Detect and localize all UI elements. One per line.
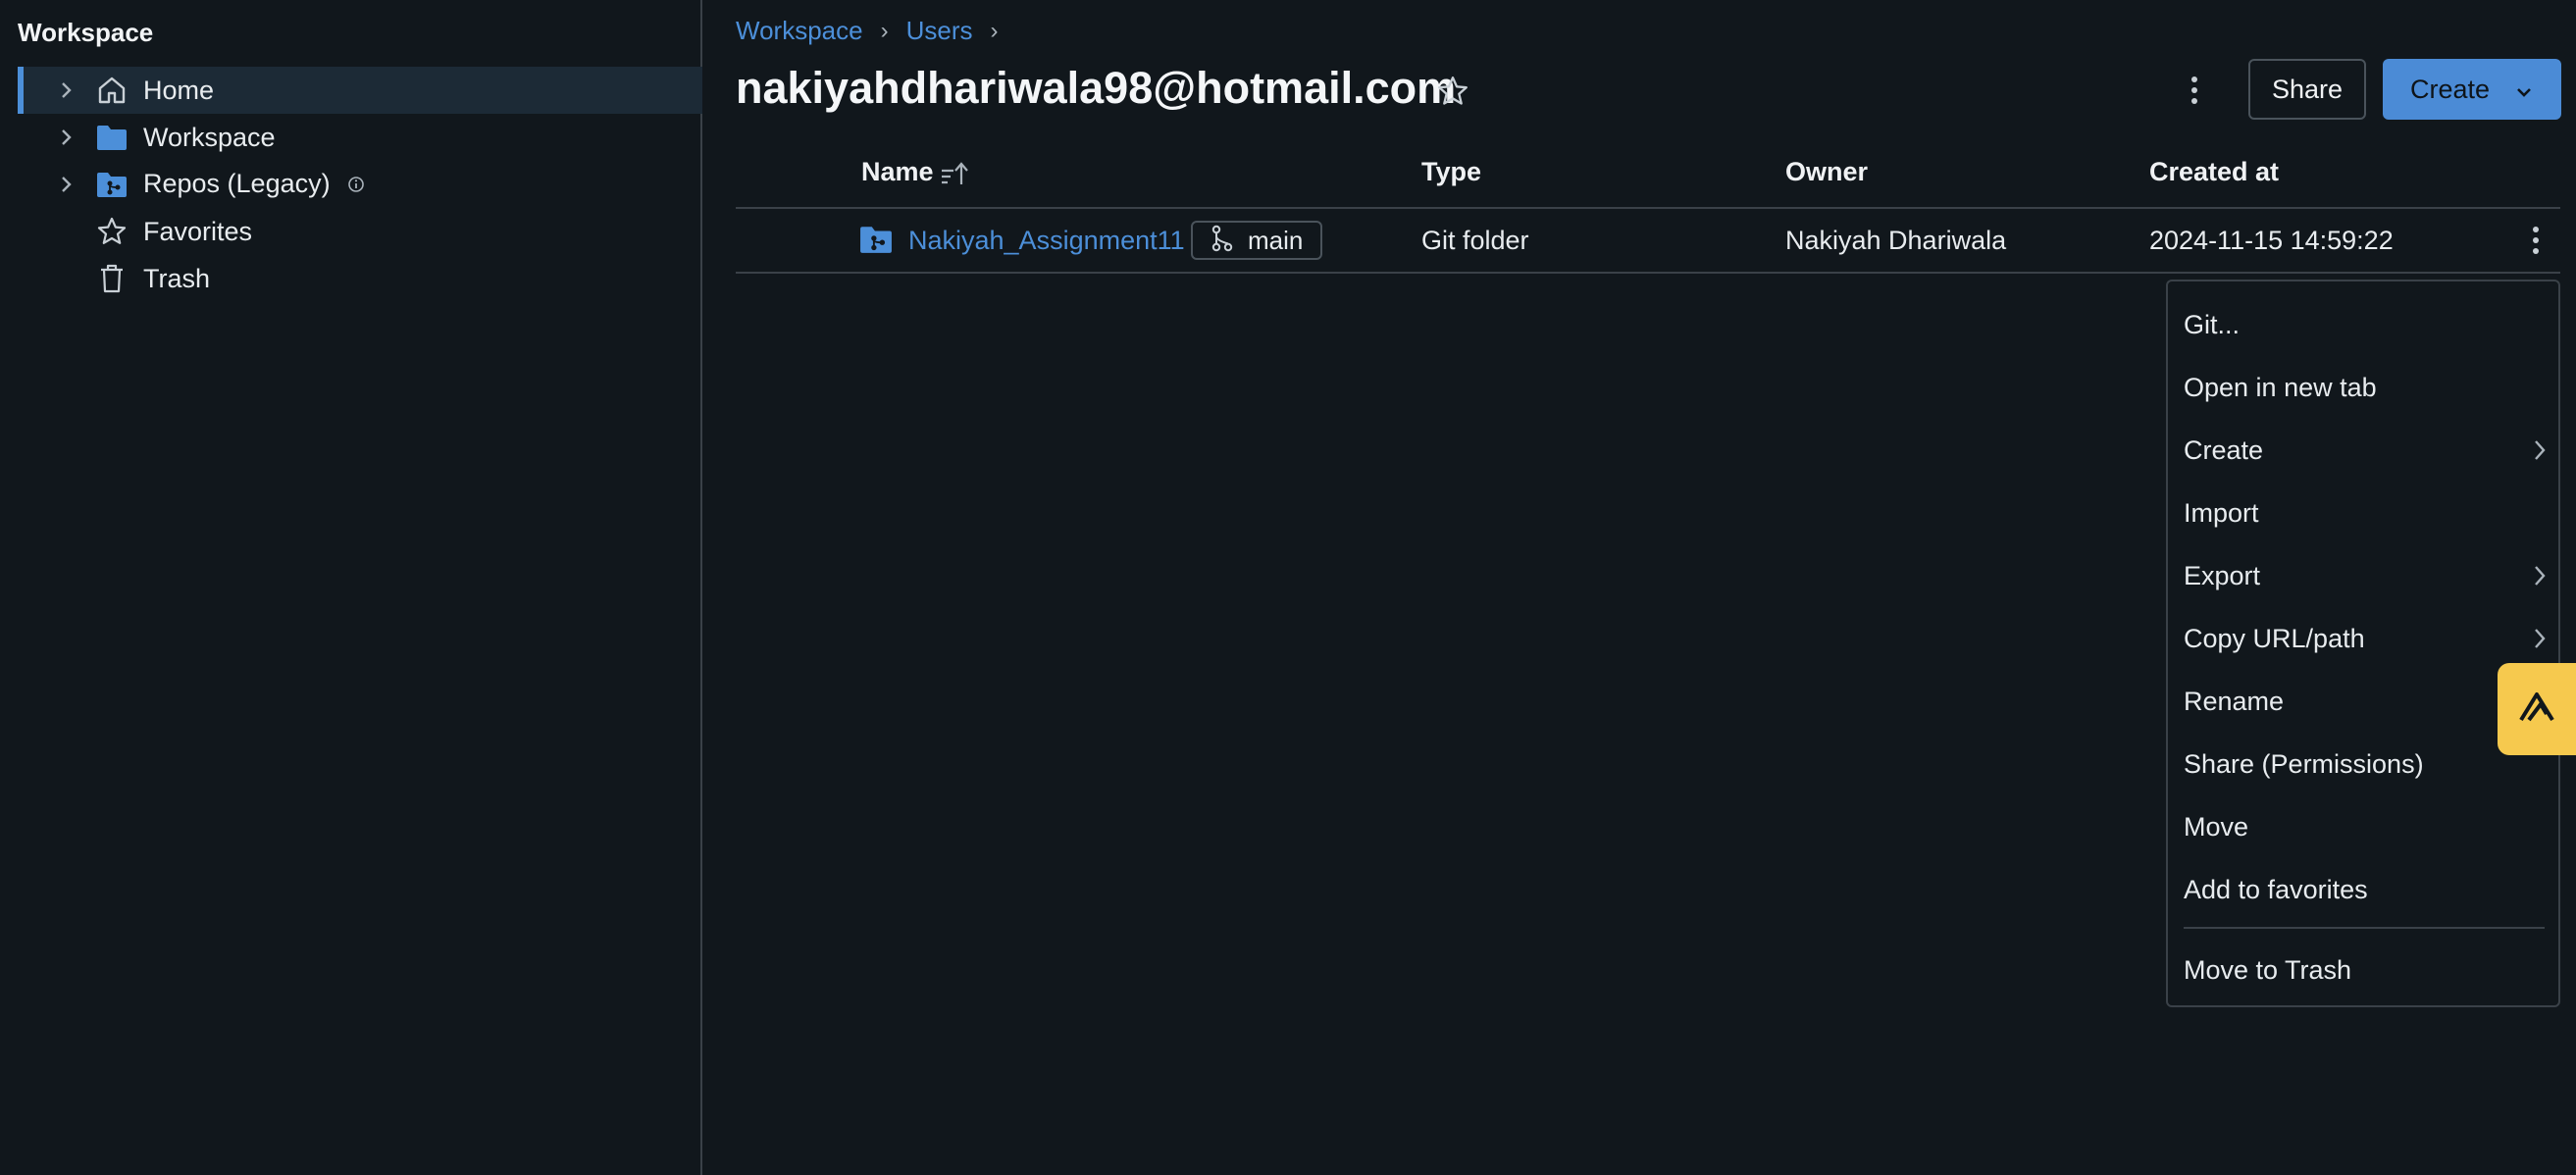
workspace-sidebar: Workspace Home Workspace Repos (Legacy) [0, 0, 702, 1175]
chevron-right-icon: › [990, 17, 999, 44]
menu-item-label: Rename [2184, 686, 2285, 716]
menu-item-move-to-trash[interactable]: Move to Trash [2184, 941, 2547, 999]
chevron-right-icon [2533, 627, 2547, 657]
assistant-tab[interactable] [2498, 663, 2576, 755]
menu-item-git[interactable]: Git... [2184, 295, 2547, 354]
item-created-at: 2024-11-15 14:59:22 [2149, 226, 2394, 255]
breadcrumb: Workspace › Users › [736, 16, 1015, 46]
git-folder-icon [859, 225, 893, 259]
sidebar-item-label: Workspace [143, 122, 276, 152]
trash-icon [94, 261, 129, 296]
sort-ascending-icon[interactable] [940, 159, 971, 193]
sidebar-item-label-text: Repos (Legacy) [143, 168, 331, 198]
sidebar-item-label: Trash [143, 263, 211, 293]
sidebar-item-favorites[interactable]: Favorites [18, 208, 702, 255]
chevron-right-icon[interactable] [57, 175, 77, 194]
sidebar-item-label: Favorites [143, 216, 253, 246]
chevron-right-icon [2533, 438, 2547, 469]
menu-item-move[interactable]: Move [2184, 797, 2547, 856]
branch-badge[interactable]: main [1191, 221, 1322, 260]
assistant-logo-icon [2517, 690, 2556, 729]
menu-item-share-permissions[interactable]: Share (Permissions) [2184, 735, 2547, 793]
menu-item-open-new-tab[interactable]: Open in new tab [2184, 358, 2547, 417]
sidebar-item-repos-legacy[interactable]: Repos (Legacy) [18, 161, 702, 208]
column-header-owner[interactable]: Owner [1785, 157, 1868, 187]
git-branch-icon [1211, 225, 1234, 257]
sidebar-item-label: Repos (Legacy) [143, 169, 365, 200]
menu-item-label: Import [2184, 497, 2259, 528]
menu-item-add-to-favorites[interactable]: Add to favorites [2184, 860, 2547, 919]
context-menu: Git... Open in new tab Create Import Exp… [2166, 280, 2560, 1007]
sidebar-item-label: Home [143, 75, 215, 105]
chevron-right-icon[interactable] [57, 128, 77, 147]
column-header-created[interactable]: Created at [2149, 157, 2279, 187]
branch-name: main [1248, 225, 1304, 255]
home-icon [94, 73, 129, 108]
menu-item-label: Move to Trash [2184, 954, 2352, 985]
breadcrumb-workspace[interactable]: Workspace [736, 16, 863, 46]
menu-item-label: Share (Permissions) [2184, 748, 2424, 779]
chevron-right-icon [2533, 564, 2547, 594]
table-row-divider [736, 272, 2560, 274]
star-icon [94, 214, 129, 249]
main-content: Workspace › Users › nakiyahdhariwala98@h… [702, 0, 2576, 1175]
sidebar-item-workspace[interactable]: Workspace [18, 114, 702, 161]
folder-icon [94, 120, 129, 155]
page-title: nakiyahdhariwala98@hotmail.com [736, 63, 1457, 113]
menu-divider [2184, 927, 2545, 929]
menu-item-copy-url-path[interactable]: Copy URL/path [2184, 609, 2547, 668]
menu-item-label: Create [2184, 434, 2264, 465]
menu-item-label: Open in new tab [2184, 372, 2377, 402]
column-header-type[interactable]: Type [1421, 157, 1481, 187]
menu-item-rename[interactable]: Rename [2184, 672, 2547, 731]
row-more-options-icon[interactable] [2519, 219, 2552, 262]
chevron-right-icon[interactable] [57, 80, 77, 100]
git-folder-icon [94, 167, 129, 202]
menu-item-label: Add to favorites [2184, 874, 2368, 904]
more-options-icon[interactable] [2178, 71, 2211, 110]
menu-item-label: Git... [2184, 309, 2241, 339]
menu-item-label: Export [2184, 560, 2261, 590]
create-button[interactable]: Create [2383, 59, 2561, 120]
share-button[interactable]: Share [2248, 59, 2366, 120]
table-row[interactable]: Nakiyah_Assignment11 main Git folder Nak… [736, 209, 2560, 272]
info-icon[interactable] [347, 170, 365, 200]
chevron-down-icon [2514, 78, 2534, 109]
sidebar-item-home[interactable]: Home [18, 67, 702, 114]
menu-item-label: Copy URL/path [2184, 623, 2365, 653]
favorite-star-icon[interactable] [1436, 75, 1469, 113]
item-owner: Nakiyah Dhariwala [1785, 226, 2007, 255]
breadcrumb-users[interactable]: Users [906, 16, 973, 46]
sidebar-item-trash[interactable]: Trash [18, 255, 702, 302]
column-header-name[interactable]: Name [861, 157, 934, 187]
menu-item-export[interactable]: Export [2184, 546, 2547, 605]
create-button-label: Create [2410, 74, 2491, 104]
item-name-link[interactable]: Nakiyah_Assignment11 [908, 226, 1185, 256]
menu-item-create[interactable]: Create [2184, 421, 2547, 480]
sidebar-title: Workspace [18, 18, 154, 47]
menu-item-import[interactable]: Import [2184, 484, 2547, 542]
item-type: Git folder [1421, 226, 1529, 255]
menu-item-label: Move [2184, 811, 2249, 842]
chevron-right-icon: › [880, 17, 889, 44]
